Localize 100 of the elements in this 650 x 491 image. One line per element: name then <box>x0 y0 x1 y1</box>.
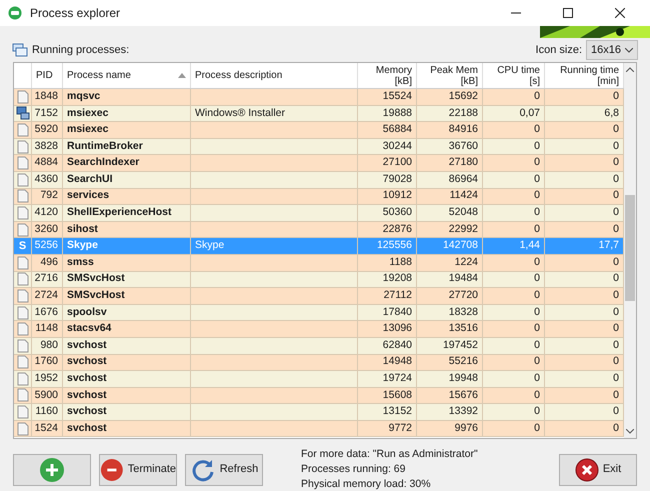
icon-size-dropdown[interactable]: 16x16 <box>586 40 638 60</box>
table-cell-text: 0 <box>613 122 619 138</box>
plus-icon <box>39 456 65 482</box>
table-cell-text: 1676 <box>34 304 58 320</box>
table-cell-text: 13392 <box>448 404 478 420</box>
table-cell-text: 0 <box>534 89 540 104</box>
table-cell-text: 22188 <box>448 106 478 121</box>
column-header[interactable]: PID <box>32 63 63 88</box>
table-cell-text: 27720 <box>448 288 478 304</box>
table-cell-text: 5920 <box>34 122 58 138</box>
computer-icon <box>16 106 30 120</box>
table-cell-text: 0 <box>613 288 619 304</box>
table-cell-text: 0 <box>534 155 540 170</box>
table-cell-text: 17,7 <box>598 238 619 254</box>
table-cell-text: 52048 <box>448 205 478 220</box>
table-cell-text: 9976 <box>454 420 478 436</box>
file-icon <box>16 272 28 286</box>
file-icon <box>16 172 28 187</box>
table-row[interactable]: 5920 msiexec 56884 84916 0 0 <box>14 122 624 139</box>
table-row[interactable]: 3828 RuntimeBroker 30244 36760 0 0 <box>14 138 624 156</box>
table-cell-text: ShellExperienceHost <box>67 205 172 220</box>
window-title: Process explorer <box>30 5 122 22</box>
table-cell-text: 0 <box>534 222 540 237</box>
column-header[interactable]: Peak Mem [kB] <box>417 63 483 88</box>
file-icon <box>16 405 28 420</box>
table-cell-text: msiexec <box>67 122 108 138</box>
table-cell-text: 0 <box>534 254 540 270</box>
file-icon <box>16 388 28 402</box>
table-cell-text: 0 <box>534 205 540 220</box>
table-cell-text: 56884 <box>382 122 412 138</box>
table-cell-text: 0 <box>613 354 619 370</box>
table-row[interactable]: 1676 spoolsv 17840 18328 0 0 <box>14 304 624 322</box>
table-cell-text: 62840 <box>382 338 412 353</box>
terminate-button[interactable]: Terminate <box>99 454 177 486</box>
table-cell-text: services <box>67 188 110 204</box>
table-row[interactable]: 1524 svchost 9772 9976 0 0 <box>14 420 624 438</box>
table-cell-text: 1848 <box>34 89 58 104</box>
table-cell-text: 3260 <box>34 222 58 237</box>
table-cell-text: 4884 <box>34 155 58 170</box>
table-row[interactable]: 4884 SearchIndexer 27100 27180 0 0 <box>14 155 624 172</box>
column-header[interactable]: Process name <box>63 63 191 88</box>
status-text: Processes running: 69 <box>301 462 406 477</box>
status-text: Physical memory load: 30% <box>301 477 432 491</box>
file-icon <box>16 422 28 436</box>
scrollbar[interactable] <box>624 63 636 438</box>
table-row[interactable]: 496 smss 1188 1224 0 0 <box>14 254 624 272</box>
table-row[interactable]: 1952 svchost 19724 19948 0 0 <box>14 371 624 388</box>
scrollbar-thumb[interactable] <box>625 195 635 301</box>
table-cell-text: 0 <box>613 338 619 353</box>
table-cell-text: Skype <box>195 238 224 254</box>
table-row[interactable]: 1148 stacsv64 13096 13516 0 0 <box>14 321 624 338</box>
table-cell-text: 0 <box>534 172 540 187</box>
table-cell-text: mqsvc <box>67 89 100 104</box>
table-cell-text: 0 <box>613 272 619 286</box>
table-cell-text: 1188 <box>389 254 412 270</box>
table-row[interactable]: 3260 sihost 22876 22992 0 0 <box>14 222 624 238</box>
table-cell-text: 36760 <box>448 138 478 154</box>
close-icon <box>615 8 625 18</box>
stop-icon <box>100 456 124 482</box>
table-cell-text: 19484 <box>448 272 478 286</box>
app-logo-icon <box>8 6 22 20</box>
column-header[interactable]: CPU time [s] <box>483 63 545 88</box>
table-cell-text: 15524 <box>382 89 412 104</box>
table-row[interactable]: 1760 svchost 14948 55216 0 0 <box>14 354 624 372</box>
table-cell-text: 496 <box>40 254 58 270</box>
table-cell-text: 2716 <box>34 272 58 286</box>
scroll-down-icon <box>626 429 634 434</box>
table-row[interactable]: 980 svchost 62840 197452 0 0 <box>14 338 624 354</box>
refresh-button[interactable]: Refresh <box>185 454 263 486</box>
table-cell-text: 0 <box>613 222 619 237</box>
table-cell-text: 10912 <box>382 188 412 204</box>
status-text: For more data: "Run as Administrator" <box>301 447 479 462</box>
table-row[interactable]: 5900 svchost 15608 15676 0 0 <box>14 388 624 404</box>
column-header[interactable]: Process description <box>191 63 358 88</box>
table-row[interactable]: 2716 SMSvcHost 19208 19484 0 0 <box>14 272 624 288</box>
column-header[interactable]: Memory [kB] <box>358 63 417 88</box>
table-row[interactable]: 4360 SearchUI 79028 86964 0 0 <box>14 172 624 189</box>
table-cell-text: RuntimeBroker <box>67 138 143 154</box>
close-circle-icon <box>574 458 599 482</box>
table-cell-text: 0 <box>534 388 540 403</box>
table-cell-text: svchost <box>67 354 107 370</box>
table-row[interactable]: 792 services 10912 11424 0 0 <box>14 188 624 206</box>
table-cell-text: 0 <box>534 122 540 138</box>
table-cell-text: svchost <box>67 388 107 403</box>
table-row[interactable]: 1848 mqsvc 15524 15692 0 0 <box>14 89 624 106</box>
table-cell-text: 0 <box>613 388 619 403</box>
file-icon <box>16 122 28 137</box>
table-cell-text: 22876 <box>382 222 412 237</box>
exit-button[interactable]: Exit <box>559 454 637 486</box>
caret-icon <box>625 48 633 52</box>
file-icon <box>16 355 28 370</box>
table-row[interactable]: 2724 SMSvcHost 27112 27720 0 0 <box>14 288 624 305</box>
table-cell-text: 18328 <box>448 304 478 320</box>
table-row[interactable]: 7152 msiexec Windows® Installer 19888 22188 0,07 6,8 <box>14 106 624 122</box>
table-row[interactable]: 4120 ShellExperienceHost 50360 52048 0 0 <box>14 205 624 222</box>
add-button[interactable] <box>13 454 91 486</box>
table-cell-text: 142708 <box>442 238 478 254</box>
table-row[interactable]: 1160 svchost 13152 13392 0 0 <box>14 404 624 421</box>
table-cell-text: msiexec <box>67 106 108 121</box>
file-icon <box>16 256 28 270</box>
